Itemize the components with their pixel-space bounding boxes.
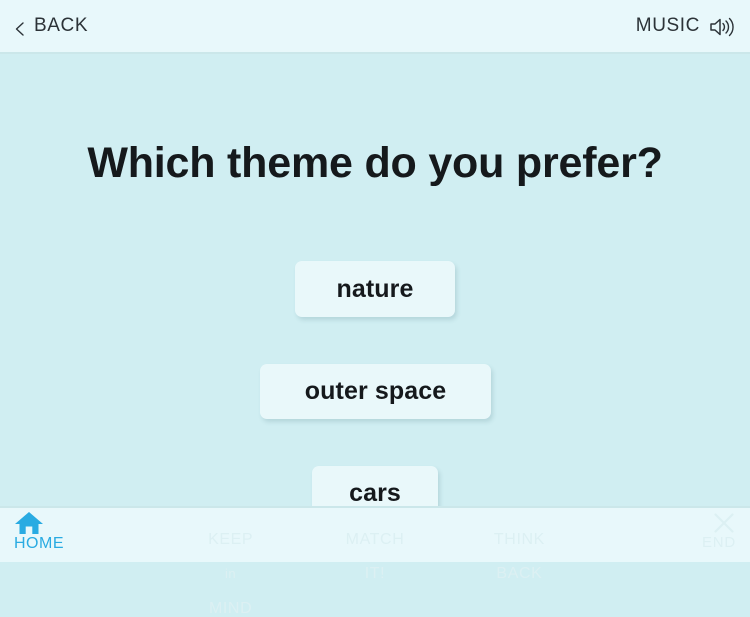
nav-label-match-it: MATCH IT! xyxy=(346,511,405,582)
top-bar: BACK MUSIC xyxy=(0,0,750,54)
back-label: BACK xyxy=(34,15,89,36)
nav-label-end: END xyxy=(701,534,737,551)
nav-label-keep-line2: in xyxy=(224,566,237,582)
nav-label-think-line1: THINK xyxy=(493,531,545,549)
close-x-icon xyxy=(712,511,736,535)
nav-label-keep-line1: KEEP xyxy=(208,531,254,549)
main-content: Which theme do you prefer? nature outer … xyxy=(0,54,750,521)
app-screen: BACK MUSIC Which theme do you prefer? na… xyxy=(0,0,750,617)
page-title: Which theme do you prefer? xyxy=(87,139,663,187)
nav-item-think-back[interactable]: THINK BACK xyxy=(447,508,591,582)
nav-item-match-it[interactable]: MATCH IT! xyxy=(303,508,447,582)
nav-item-home[interactable]: HOME xyxy=(0,508,158,562)
music-label: MUSIC xyxy=(635,15,700,36)
speaker-volume-icon xyxy=(708,16,734,38)
nav-label-think-back: THINK BACK xyxy=(494,511,545,582)
choice-button-outer-space[interactable]: outer space xyxy=(260,364,491,419)
nav-label-match-line2: IT! xyxy=(364,565,386,583)
nav-label-think-line2: BACK xyxy=(496,565,543,583)
chevron-left-icon xyxy=(14,21,25,36)
bottom-navigation-bar: HOME KEEP in MIND MATCH IT! THINK BACK E… xyxy=(0,506,750,617)
nav-item-keep-in-mind[interactable]: KEEP in MIND xyxy=(158,508,302,616)
choice-button-nature[interactable]: nature xyxy=(295,261,455,317)
nav-label-match-line1: MATCH xyxy=(345,531,405,549)
music-button[interactable]: MUSIC xyxy=(636,15,734,37)
nav-label-keep-line3: MIND xyxy=(208,599,253,617)
nav-item-end[interactable]: END xyxy=(592,508,750,562)
home-icon xyxy=(14,511,44,535)
nav-label-keep-in-mind: KEEP in MIND xyxy=(208,511,253,617)
nav-label-home: HOME xyxy=(14,535,64,552)
back-button[interactable]: BACK xyxy=(14,15,88,37)
